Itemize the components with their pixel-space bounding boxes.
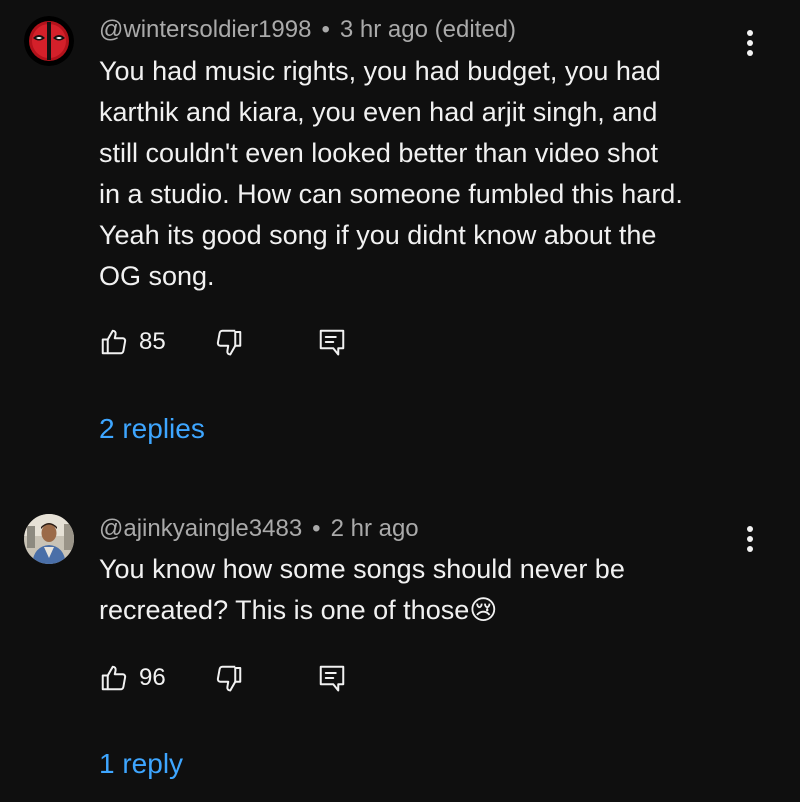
- comment-actions: 96: [99, 661, 399, 695]
- deadpool-avatar-icon: [24, 16, 74, 66]
- timestamp: 3 hr ago (edited): [339, 16, 516, 43]
- like-button[interactable]: 96: [99, 661, 166, 695]
- reply-button[interactable]: [317, 325, 349, 359]
- thumbs-down-icon: [216, 665, 242, 692]
- comment-actions: 85: [99, 325, 399, 359]
- timestamp: 2 hr ago: [330, 515, 419, 542]
- avatar[interactable]: [24, 16, 74, 66]
- like-count: 96: [139, 664, 166, 691]
- comment-text: You had music rights, you had budget, yo…: [99, 56, 683, 291]
- comment-meta: @wintersoldier1998 • 3 hr ago (edited): [99, 15, 516, 45]
- comment-text-content: You know how some songs should never be …: [99, 554, 625, 625]
- crying-face-emoji: 😢: [469, 595, 498, 625]
- meta-separator: •: [321, 16, 330, 43]
- thumbs-up-icon: [101, 665, 127, 691]
- dislike-button[interactable]: [214, 325, 246, 359]
- view-replies-link[interactable]: 2 replies: [99, 412, 205, 446]
- comment-icon: [319, 665, 345, 692]
- view-replies-link[interactable]: 1 reply: [99, 747, 183, 781]
- comment-icon: [319, 329, 345, 356]
- like-count: 85: [139, 328, 166, 355]
- like-button[interactable]: 85: [99, 325, 166, 359]
- thumbs-down-icon: [216, 329, 242, 356]
- username[interactable]: @wintersoldier1998: [99, 16, 311, 43]
- username[interactable]: @ajinkyaingle3483: [99, 515, 302, 542]
- comment-text: You know how some songs should never be …: [99, 549, 759, 631]
- user-photo-avatar-icon: [24, 514, 74, 564]
- dislike-button[interactable]: [214, 661, 246, 695]
- meta-separator: •: [312, 515, 321, 542]
- reply-button[interactable]: [317, 661, 349, 695]
- avatar[interactable]: [24, 514, 74, 564]
- thumbs-up-icon: [101, 329, 127, 355]
- comment-meta: @ajinkyaingle3483 • 2 hr ago: [99, 514, 419, 544]
